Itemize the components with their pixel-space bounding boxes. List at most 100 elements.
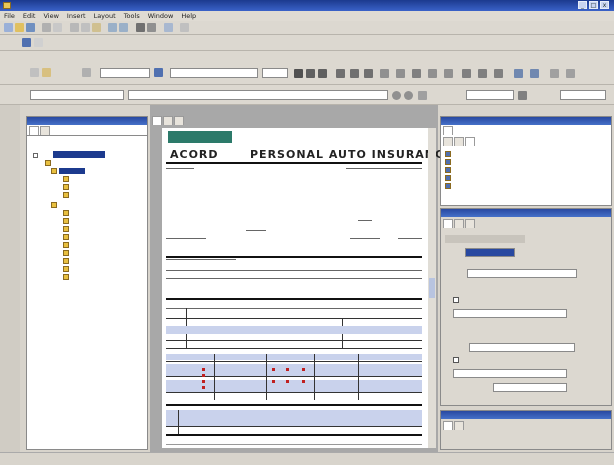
underline-icon[interactable]: [318, 69, 327, 78]
tab-object[interactable]: [443, 219, 453, 228]
tree-item[interactable]: [63, 183, 71, 191]
help-icon[interactable]: [180, 23, 189, 32]
font-size-dropdown[interactable]: [262, 68, 288, 78]
tab-preview[interactable]: [174, 116, 184, 125]
prop-checkbox[interactable]: [453, 297, 459, 303]
copy-icon[interactable]: [81, 23, 90, 32]
save-icon[interactable]: [26, 23, 35, 32]
menu-file[interactable]: File: [4, 11, 15, 21]
hand-icon[interactable]: [147, 23, 156, 32]
tab-controls[interactable]: [465, 137, 475, 146]
tree-item[interactable]: [63, 273, 71, 281]
tree-item[interactable]: [45, 159, 53, 167]
tab-toolbox[interactable]: [443, 126, 453, 135]
grid-icon[interactable]: [22, 38, 31, 47]
toolbox-item[interactable]: [445, 182, 453, 190]
tree-item[interactable]: [63, 257, 71, 265]
menu-layout[interactable]: Layout: [94, 11, 116, 21]
bold-icon[interactable]: [294, 69, 303, 78]
tree-root[interactable]: [33, 151, 40, 159]
tree-item[interactable]: [63, 209, 71, 217]
editor-scroll-thumb[interactable]: [429, 278, 435, 298]
style-icon[interactable]: [42, 68, 51, 77]
maximize-button[interactable]: □: [589, 1, 598, 9]
zoom-dropdown[interactable]: [466, 90, 514, 100]
toolbox-item[interactable]: [445, 166, 453, 174]
prop-name-field[interactable]: [465, 248, 515, 257]
page-icon[interactable]: [518, 91, 527, 100]
tab-script[interactable]: [465, 219, 475, 228]
tree-item-selected[interactable]: [53, 151, 105, 158]
cut-icon[interactable]: [70, 23, 79, 32]
pointer-icon[interactable]: [136, 23, 145, 32]
expression-field[interactable]: [128, 90, 388, 100]
style-dropdown[interactable]: [100, 68, 150, 78]
align-left-icon[interactable]: [336, 69, 345, 78]
tab-bottom-1[interactable]: [443, 421, 453, 430]
tree-item[interactable]: [63, 265, 71, 273]
tab-format[interactable]: [454, 219, 464, 228]
align-icon[interactable]: [30, 68, 39, 77]
justify-icon[interactable]: [380, 69, 389, 78]
toolbox-item[interactable]: [445, 158, 453, 166]
new-icon[interactable]: [4, 23, 13, 32]
object-dropdown[interactable]: [30, 90, 124, 100]
close-button[interactable]: x: [600, 1, 609, 9]
prop-binding-dropdown[interactable]: [469, 343, 575, 352]
tree-item[interactable]: [63, 217, 71, 225]
tree-item[interactable]: [63, 225, 71, 233]
tab-order-icon[interactable]: [550, 69, 559, 78]
merge-icon[interactable]: [494, 69, 503, 78]
redo-icon[interactable]: [119, 23, 128, 32]
outdent-icon[interactable]: [412, 69, 421, 78]
indent-icon[interactable]: [396, 69, 405, 78]
color-icon[interactable]: [154, 68, 163, 77]
font-name-dropdown[interactable]: [170, 68, 258, 78]
tab-explorer[interactable]: [29, 126, 39, 135]
tab-layout[interactable]: [152, 116, 162, 125]
tree-item[interactable]: [63, 249, 71, 257]
list-icon[interactable]: [428, 69, 437, 78]
prop-checkbox[interactable]: [453, 357, 459, 363]
check-icon[interactable]: [34, 38, 43, 47]
stop-icon[interactable]: [404, 91, 413, 100]
menu-help[interactable]: Help: [181, 11, 196, 21]
tree-item[interactable]: [63, 175, 71, 183]
preview-icon[interactable]: [53, 23, 62, 32]
tree-item[interactable]: [63, 233, 71, 241]
text-icon[interactable]: [82, 68, 91, 77]
tab-basic[interactable]: [443, 137, 453, 146]
paste-icon[interactable]: [92, 23, 101, 32]
prop-value-field[interactable]: [453, 309, 567, 318]
minimize-button[interactable]: _: [578, 1, 587, 9]
calc-icon[interactable]: [530, 69, 539, 78]
tab-bottom-2[interactable]: [454, 421, 464, 430]
toolbox-item[interactable]: [445, 150, 453, 158]
prop-type-dropdown[interactable]: [467, 269, 577, 278]
italic-icon[interactable]: [306, 69, 315, 78]
menu-edit[interactable]: Edit: [23, 11, 36, 21]
refresh-icon[interactable]: [392, 91, 401, 100]
tree-item[interactable]: [63, 191, 71, 199]
table-icon[interactable]: [478, 69, 487, 78]
toolbox-item[interactable]: [445, 174, 453, 182]
tab-datasource[interactable]: [40, 126, 50, 135]
align-center-icon[interactable]: [350, 69, 359, 78]
menu-window[interactable]: Window: [148, 11, 174, 21]
tab-form[interactable]: [163, 116, 173, 125]
prop-default-field[interactable]: [453, 369, 567, 378]
menu-view[interactable]: View: [43, 11, 58, 21]
zoom-icon[interactable]: [164, 23, 173, 32]
nav-icon[interactable]: [418, 91, 427, 100]
menu-insert[interactable]: Insert: [67, 11, 86, 21]
tree-item[interactable]: [51, 201, 59, 209]
undo-icon[interactable]: [108, 23, 117, 32]
print-icon[interactable]: [42, 23, 51, 32]
number-list-icon[interactable]: [444, 69, 453, 78]
open-icon[interactable]: [15, 23, 24, 32]
tree-item[interactable]: [63, 241, 71, 249]
settings-icon[interactable]: [566, 69, 575, 78]
field-icon[interactable]: [514, 69, 523, 78]
prop-format-dropdown[interactable]: [493, 383, 567, 392]
editor-scrollbar[interactable]: [428, 128, 436, 448]
